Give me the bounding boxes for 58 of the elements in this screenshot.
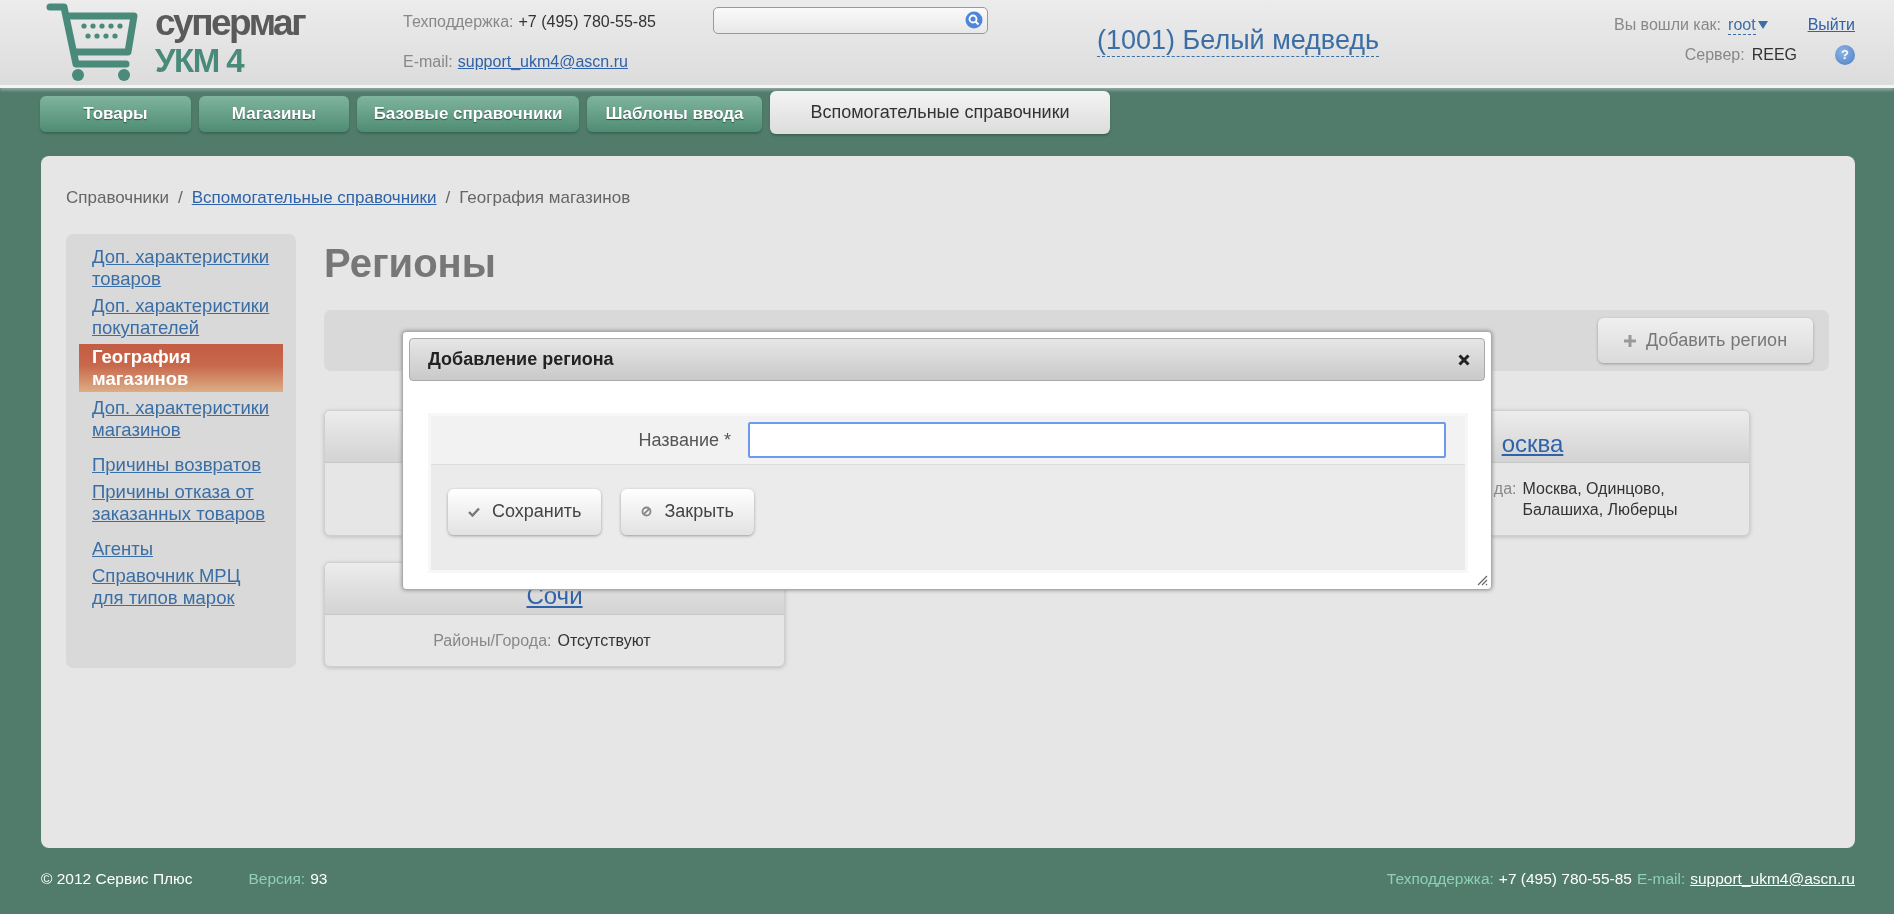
breadcrumb-link[interactable]: Вспомогательные справочники [191, 186, 437, 210]
help-button[interactable]: ? [1835, 45, 1855, 65]
plus-icon [1623, 334, 1636, 347]
sidebar-item[interactable]: Справочник МРЦ для типов марок [79, 565, 283, 609]
page-title: Регионы [324, 240, 497, 287]
sidebar-item[interactable]: Доп. характеристики товаров [79, 246, 283, 290]
sidebar-item[interactable]: География магазинов [79, 344, 283, 392]
districts-label: Районы/Города: [432, 631, 552, 651]
sidebar-item[interactable]: Причины отказа от заказанных товаров [79, 481, 283, 525]
caret-icon[interactable] [1757, 21, 1768, 29]
resize-grip-icon[interactable] [1476, 574, 1488, 586]
nav-tab[interactable]: Магазины [199, 95, 349, 132]
version-label: Версия: [248, 869, 306, 889]
nav-tab[interactable]: Вспомогательные справочники [770, 91, 1110, 134]
cart-icon [46, 2, 139, 82]
nav-tab[interactable]: Шаблоны ввода [587, 95, 762, 132]
email-link[interactable]: support_ukm4@ascn.ru [457, 53, 628, 70]
field-label: Название * [637, 429, 732, 451]
sidebar-item[interactable]: Доп. характеристики покупателей [79, 295, 283, 339]
close-button[interactable]: Закрыть [621, 488, 754, 535]
nav-tab[interactable]: Товары [40, 95, 191, 132]
logo-title: супермаг [155, 4, 305, 42]
logout-link[interactable]: Выйти [1807, 14, 1855, 36]
version-number: 93 [310, 869, 328, 889]
sidebar-item[interactable]: Агенты [79, 538, 283, 560]
breadcrumb-item: География магазинов [459, 187, 631, 209]
close-icon[interactable] [1458, 353, 1470, 366]
dialog-title: Добавление региона [428, 349, 614, 370]
email-label: E-mail: [403, 53, 453, 70]
save-button[interactable]: Сохранить [448, 488, 602, 535]
districts-value: Отсутствуют [557, 631, 652, 651]
store-selector[interactable]: (1001) Белый медведь [1097, 24, 1380, 57]
nav-tab[interactable]: Базовые справочники [357, 95, 579, 132]
copyright: © 2012 Сервис Плюс [41, 869, 193, 889]
breadcrumb-item: Справочники [66, 187, 169, 209]
check-icon [468, 506, 480, 517]
support-phone: +7 (495) 780-55-85 [1498, 869, 1632, 889]
breadcrumb-separator: / [178, 187, 183, 209]
login-label: Вы вошли как: [1613, 15, 1722, 35]
districts-value: Москва, Одинцово, Балашиха, Люберцы [1522, 479, 1679, 520]
logo-subtitle: УКМ 4 [155, 42, 244, 80]
sidebar-item[interactable]: Доп. характеристики магазинов [79, 397, 283, 441]
name-field[interactable] [748, 422, 1446, 458]
email-label: E-mail: [1636, 869, 1686, 889]
user-menu[interactable]: root [1728, 15, 1756, 35]
districts-label: да: [1492, 479, 1517, 499]
server-label: Сервер: [1684, 45, 1745, 65]
email-link[interactable]: support_ukm4@ascn.ru [1690, 868, 1855, 890]
sidebar-item[interactable]: Причины возвратов [79, 454, 283, 476]
cancel-icon [641, 506, 653, 517]
phone-number: +7 (495) 780-55-85 [518, 13, 656, 30]
server-name: REEG [1751, 45, 1797, 65]
breadcrumb-separator: / [445, 187, 451, 209]
search-field[interactable] [713, 7, 988, 34]
add-region-button[interactable]: Добавить регион [1598, 318, 1813, 363]
support-label: Техподдержка: [1386, 869, 1494, 889]
search-icon[interactable] [965, 11, 983, 29]
phone-label: Техподдержка: [403, 13, 514, 30]
